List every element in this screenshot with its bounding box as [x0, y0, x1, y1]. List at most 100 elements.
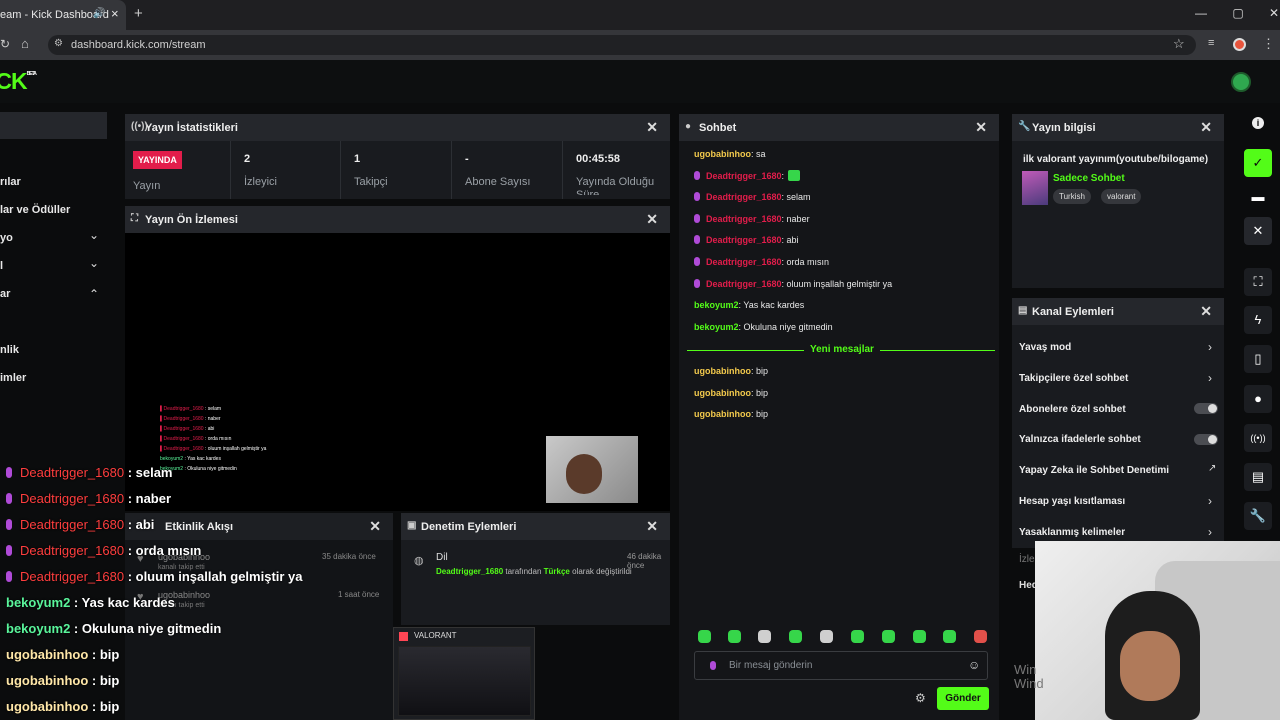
action-banned-words[interactable]: Yasaklanmış kelimeler — [1019, 527, 1125, 538]
category-name[interactable]: Sadece Sohbet — [1053, 173, 1125, 184]
chevron-right-icon[interactable]: › — [1208, 340, 1212, 354]
kick-logo[interactable]: ICKBETA — [0, 68, 37, 95]
preview-rail-icon[interactable]: ⛶ — [1244, 268, 1272, 296]
sidebar-item-7[interactable]: imler — [0, 372, 26, 384]
sidebar-item-3[interactable]: yo — [0, 232, 13, 244]
chat-rail-icon[interactable]: ● — [1244, 385, 1272, 413]
layout-icon[interactable]: ▬ — [1244, 183, 1272, 211]
url-field[interactable]: dashboard.kick.com/stream — [48, 35, 1196, 55]
emote-icon[interactable] — [758, 630, 771, 643]
chat-username[interactable]: bekoyum2 — [694, 300, 739, 310]
chat-username[interactable]: ugobabinhoo — [694, 366, 751, 376]
chat-username[interactable]: ugobabinhoo — [694, 149, 751, 159]
close-icon[interactable]: ✕ — [1200, 303, 1212, 320]
close-icon[interactable]: ✕ — [369, 518, 381, 535]
user-avatar[interactable] — [1231, 72, 1251, 92]
close-layout-icon[interactable]: ✕ — [1244, 217, 1272, 245]
tag-chip[interactable]: valorant — [1101, 189, 1142, 204]
action-account-age[interactable]: Hesap yaşı kısıtlaması — [1019, 496, 1125, 507]
valorant-window[interactable]: VALORANT — [393, 627, 535, 720]
emote-icon[interactable] — [943, 630, 956, 643]
sidebar-item-2[interactable]: lar ve Ödüller — [0, 204, 70, 216]
chat-message: Deadtrigger_1680: selam — [694, 192, 811, 202]
bookmark-star-icon[interactable]: ☆ — [1173, 36, 1185, 52]
external-link-icon[interactable]: ↗ — [1208, 463, 1216, 474]
broadcast-rail-icon[interactable]: ((•)) — [1244, 424, 1272, 452]
sidebar-item-5[interactable]: ar — [0, 288, 10, 300]
emote-icon[interactable] — [820, 630, 833, 643]
sidebar-item-1[interactable]: rılar — [0, 176, 21, 188]
sidebar-item-6[interactable]: nlik — [0, 344, 19, 356]
emote-icon[interactable] — [882, 630, 895, 643]
emotes-only-toggle[interactable] — [1194, 434, 1218, 445]
sidebar-item-4[interactable]: l — [0, 260, 3, 272]
emote-icon[interactable] — [974, 630, 987, 643]
mini-chat-line: bekoyum2 : Yas kac kardes — [160, 456, 221, 462]
chat-username[interactable]: ugobabinhoo — [694, 409, 751, 419]
subs-only-toggle[interactable] — [1194, 403, 1218, 414]
viewers-value: 2 — [244, 153, 251, 165]
followers-label: Takipçi — [354, 176, 388, 188]
profile-icon[interactable] — [1233, 38, 1246, 51]
action-ai-moderation[interactable]: Yapay Zeka ile Sohbet Denetimi — [1019, 465, 1169, 476]
chat-username[interactable]: Deadtrigger_1680 — [706, 257, 782, 267]
emote-icon[interactable] — [851, 630, 864, 643]
emote-icon[interactable] — [728, 630, 741, 643]
chevron-right-icon[interactable]: › — [1208, 371, 1212, 385]
home-icon[interactable]: ⌂ — [21, 36, 29, 51]
chat-username[interactable]: Deadtrigger_1680 — [706, 279, 782, 289]
check-icon[interactable]: ✓ — [1244, 149, 1272, 177]
action-followers-only[interactable]: Takipçilere özel sohbet — [1019, 373, 1128, 384]
emote-icon[interactable] — [698, 630, 711, 643]
bolt-icon[interactable]: ϟ — [1244, 306, 1272, 334]
browser-tab[interactable]: eam - Kick Dashboard 🔊 × — [0, 0, 126, 30]
moderation-rail-icon[interactable]: ▤ — [1244, 463, 1272, 491]
overlay-chat-line: Deadtrigger_1680 : naber — [6, 491, 171, 506]
chevron-down-icon[interactable]: ⌄ — [89, 256, 99, 270]
site-info-icon[interactable]: ⚙ — [54, 38, 63, 49]
chat-settings-icon[interactable]: ⚙ — [915, 691, 926, 705]
wrench-rail-icon[interactable]: 🔧 — [1244, 502, 1272, 530]
chat-username[interactable]: ugobabinhoo — [694, 388, 751, 398]
chat-username[interactable]: Deadtrigger_1680 — [706, 171, 782, 181]
chevron-right-icon[interactable]: › — [1208, 494, 1212, 508]
chat-header: ● Sohbet ✕ — [679, 114, 999, 141]
audio-icon[interactable]: 🔊 — [93, 8, 105, 19]
chat-username[interactable]: Deadtrigger_1680 — [706, 192, 782, 202]
overlay-chat-line: ugobabinhoo : bip — [6, 673, 119, 688]
close-icon[interactable]: ✕ — [646, 119, 658, 136]
info-icon[interactable]: i — [1252, 117, 1264, 129]
moderation-lang: Türkçe — [543, 567, 570, 576]
emote-icon[interactable] — [789, 630, 802, 643]
overlay-username: bekoyum2 — [6, 595, 71, 610]
emoji-picker-icon[interactable]: ☺ — [968, 658, 980, 672]
tag-chip[interactable]: Turkish — [1053, 189, 1091, 204]
window-controls[interactable]: — ▢ ✕ — [1195, 6, 1279, 20]
browser-menu-icon[interactable]: ⋮ — [1262, 36, 1275, 52]
chat-message: ugobabinhoo: sa — [694, 149, 766, 159]
emote-icon[interactable] — [913, 630, 926, 643]
document-icon[interactable]: ▯ — [1244, 345, 1272, 373]
action-emotes-only[interactable]: Yalnızca ifadelerle sohbet — [1019, 434, 1141, 445]
action-subs-only[interactable]: Abonelere özel sohbet — [1019, 404, 1126, 415]
send-button[interactable]: Gönder — [937, 687, 989, 710]
sidebar-active-item[interactable] — [0, 112, 107, 139]
close-icon[interactable]: ✕ — [1200, 119, 1212, 136]
close-icon[interactable]: ✕ — [975, 119, 987, 136]
chevron-down-icon[interactable]: ⌄ — [89, 228, 99, 242]
close-tab-icon[interactable]: × — [111, 6, 119, 21]
chevron-right-icon[interactable]: › — [1208, 525, 1212, 539]
moderation-user[interactable]: Deadtrigger_1680 — [436, 567, 503, 576]
chat-text: : selam — [781, 192, 811, 202]
close-icon[interactable]: ✕ — [646, 211, 658, 228]
reload-icon[interactable]: ↻ — [0, 37, 10, 51]
chat-username[interactable]: Deadtrigger_1680 — [706, 214, 782, 224]
chat-username[interactable]: bekoyum2 — [694, 322, 739, 332]
close-icon[interactable]: ✕ — [646, 518, 658, 535]
action-slow-mode[interactable]: Yavaş mod — [1019, 342, 1071, 353]
chat-username[interactable]: Deadtrigger_1680 — [706, 235, 782, 245]
new-tab-button[interactable]: + — [134, 5, 143, 22]
chevron-up-icon[interactable]: ⌃ — [89, 287, 99, 301]
chat-input[interactable]: Bir mesaj gönderin ☺ — [694, 651, 988, 680]
extensions-icon[interactable]: ≡ — [1208, 37, 1214, 49]
